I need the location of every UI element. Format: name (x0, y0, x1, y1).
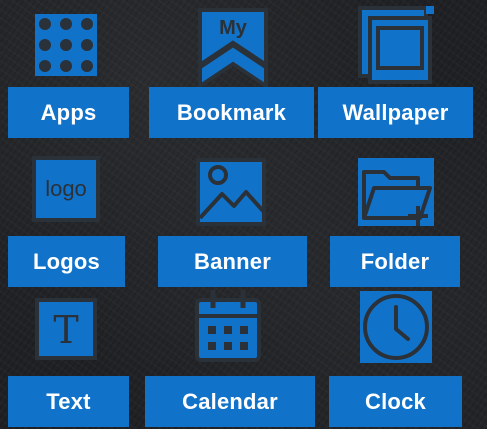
tile-label: Clock (329, 376, 462, 427)
tile-label: Wallpaper (318, 87, 473, 138)
tile-label: Text (8, 376, 129, 427)
logo-icon: logo (32, 156, 100, 222)
image-icon (196, 158, 266, 226)
tile-label: Bookmark (149, 87, 314, 138)
bookmark-icon-text: My (219, 17, 248, 39)
text-icon-glyph: T (53, 308, 78, 352)
text-icon: T (35, 298, 97, 360)
folder-add-icon (358, 158, 434, 226)
bookmark-icon: My (198, 8, 268, 88)
tile-label: Folder (330, 236, 460, 287)
tile-label: Logos (8, 236, 125, 287)
tile-label: Banner (158, 236, 307, 287)
logo-icon-text: logo (45, 176, 87, 201)
tile-label: Apps (8, 87, 129, 138)
tile-label: Calendar (145, 376, 315, 427)
clock-icon (360, 291, 432, 363)
wallpaper-icon (356, 6, 434, 86)
calendar-icon (193, 290, 263, 362)
apps-grid-icon (35, 14, 97, 76)
